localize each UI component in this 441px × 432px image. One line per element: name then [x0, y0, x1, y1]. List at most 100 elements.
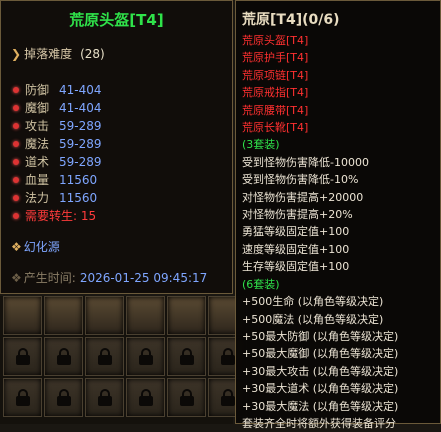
lock-icon	[98, 348, 112, 365]
set-footer-note: 套装齐全时将额外获得装备评分	[242, 416, 396, 430]
inventory-slot-locked[interactable]	[85, 337, 124, 376]
set-bonus-line: 对怪物伤害提高+20%	[242, 208, 353, 222]
lock-icon	[98, 389, 112, 406]
red-gem-icon	[13, 123, 19, 129]
inventory-slot-locked[interactable]	[126, 378, 165, 417]
stat-name: 血量	[25, 173, 50, 187]
stat-name: 攻击	[25, 119, 50, 133]
drop-difficulty-label: 掉落难度	[24, 47, 73, 61]
inventory-slot[interactable]	[44, 296, 83, 335]
red-gem-icon	[13, 195, 19, 201]
set-bonus-line: 勇猛等级固定值+100	[242, 225, 350, 239]
stat-name: 防御	[25, 83, 50, 97]
red-gem-icon	[13, 159, 19, 165]
set-bonus-line: +30最大魔法 (以角色等级决定)	[242, 399, 399, 413]
inventory-slot[interactable]	[167, 296, 206, 335]
set-bonus-line: 速度等级固定值+100	[242, 242, 350, 256]
set-bonus-line: +500魔法 (以角色等级决定)	[242, 312, 384, 326]
item-tooltip: 荒原头盔[T4] ❯ 掉落难度 (28) 防御 41-404 魔御 41-404 攻击 5…	[0, 0, 233, 294]
set-piece: 荒原戒指[T4]	[242, 86, 309, 100]
lock-icon	[139, 389, 153, 406]
set-bonus-header-6: (6套装)	[242, 277, 280, 291]
transmog-source-label: 幻化源	[23, 240, 60, 254]
stat-value: 11560	[59, 191, 98, 205]
set-piece: 荒原腰带[T4]	[242, 103, 309, 117]
stat-row: 法力 11560	[13, 189, 102, 207]
lock-icon	[57, 389, 71, 406]
lock-icon	[221, 348, 235, 365]
inventory-slot-locked[interactable]	[126, 337, 165, 376]
lock-icon	[57, 348, 71, 365]
inventory-slot[interactable]	[126, 296, 165, 335]
lock-icon	[139, 348, 153, 365]
requirement-row: 需要转生: 15	[13, 207, 102, 225]
diamond-icon: ❖	[11, 240, 22, 254]
diamond-icon: ❖	[11, 271, 22, 285]
red-gem-icon	[13, 177, 19, 183]
stat-value: 59-289	[59, 119, 102, 133]
set-bonus-line: +30最大攻击 (以角色等级决定)	[242, 364, 399, 378]
set-bonus-line: 对怪物伤害提高+20000	[242, 190, 364, 204]
inventory-slot-locked[interactable]	[3, 337, 42, 376]
set-piece: 荒原头盔[T4]	[242, 34, 309, 47]
inventory-slot[interactable]	[3, 296, 42, 335]
creation-time-label: 产生时间:	[23, 271, 76, 285]
set-bonus-header-3: (3套装)	[242, 138, 280, 152]
set-tooltip: 荒原[T4](0/6) 荒原头盔[T4] 荒原护手[T4] 荒原项链[T4] 荒…	[235, 0, 441, 430]
inventory-slot-locked[interactable]	[167, 378, 206, 417]
drop-difficulty-row: ❯ 掉落难度 (28)	[11, 45, 105, 62]
set-bonus-line: 生存等级固定值+100	[242, 260, 350, 274]
inventory-slot-locked[interactable]	[44, 378, 83, 417]
set-bonus-line: +500生命 (以角色等级决定)	[242, 295, 384, 309]
set-title: 荒原[T4](0/6)	[242, 12, 340, 28]
set-bonus-line: +50最大防御 (以角色等级决定)	[242, 329, 399, 343]
stat-name: 魔御	[25, 101, 50, 115]
red-gem-icon	[13, 141, 19, 147]
lock-icon	[16, 389, 30, 406]
inventory-slot-locked[interactable]	[167, 337, 206, 376]
creation-time-row: ❖ 产生时间: 2026-01-25 09:45:17	[11, 269, 207, 286]
inventory-slot-locked[interactable]	[44, 337, 83, 376]
stat-row: 道术 59-289	[13, 153, 102, 171]
drop-difficulty-value: (28)	[80, 47, 105, 61]
lock-icon	[221, 389, 235, 406]
set-piece: 荒原项链[T4]	[242, 68, 309, 82]
stat-name: 道术	[25, 155, 50, 169]
stat-value: 41-404	[59, 83, 102, 97]
set-piece: 荒原护手[T4]	[242, 51, 309, 65]
set-bonus-line: 受到怪物伤害降低-10%	[242, 173, 359, 187]
set-bonus-line: +50最大魔御 (以角色等级决定)	[242, 347, 399, 361]
stat-name: 法力	[25, 191, 50, 205]
stat-name: 魔法	[25, 137, 50, 151]
set-piece: 荒原长靴[T4]	[242, 121, 309, 135]
requirement-label: 需要转生:	[25, 209, 78, 223]
inventory-slot-locked[interactable]	[85, 378, 124, 417]
requirement-value: 15	[80, 209, 97, 223]
red-gem-icon	[13, 87, 19, 93]
stat-row: 攻击 59-289	[13, 117, 102, 135]
stat-row: 魔御 41-404	[13, 99, 102, 117]
stat-value: 59-289	[59, 155, 102, 169]
item-stats: 防御 41-404 魔御 41-404 攻击 59-289 魔法 59-289 道术 59…	[13, 81, 102, 225]
transmog-source-row: ❖ 幻化源	[11, 238, 60, 255]
stat-row: 魔法 59-289	[13, 135, 102, 153]
creation-time-value: 2026-01-25 09:45:17	[79, 271, 208, 285]
stat-row: 防御 41-404	[13, 81, 102, 99]
chevron-right-icon: ❯	[11, 47, 22, 61]
stat-value: 41-404	[59, 101, 102, 115]
stat-value: 59-289	[59, 137, 102, 151]
lock-icon	[180, 348, 194, 365]
stat-row: 血量 11560	[13, 171, 102, 189]
set-bonus-line: 受到怪物伤害降低-10000	[242, 155, 369, 169]
red-gem-icon	[13, 105, 19, 111]
inventory-grid	[0, 296, 247, 424]
lock-icon	[180, 389, 194, 406]
set-details: 荒原头盔[T4] 荒原护手[T4] 荒原项链[T4] 荒原戒指[T4] 荒原腰带…	[242, 32, 398, 432]
inventory-slot[interactable]	[85, 296, 124, 335]
red-gem-icon	[13, 213, 19, 219]
inventory-slot-locked[interactable]	[3, 378, 42, 417]
set-bonus-line: +30最大道术 (以角色等级决定)	[242, 382, 399, 396]
stat-value: 11560	[59, 173, 98, 187]
lock-icon	[16, 348, 30, 365]
item-name: 荒原头盔[T4]	[69, 11, 164, 29]
